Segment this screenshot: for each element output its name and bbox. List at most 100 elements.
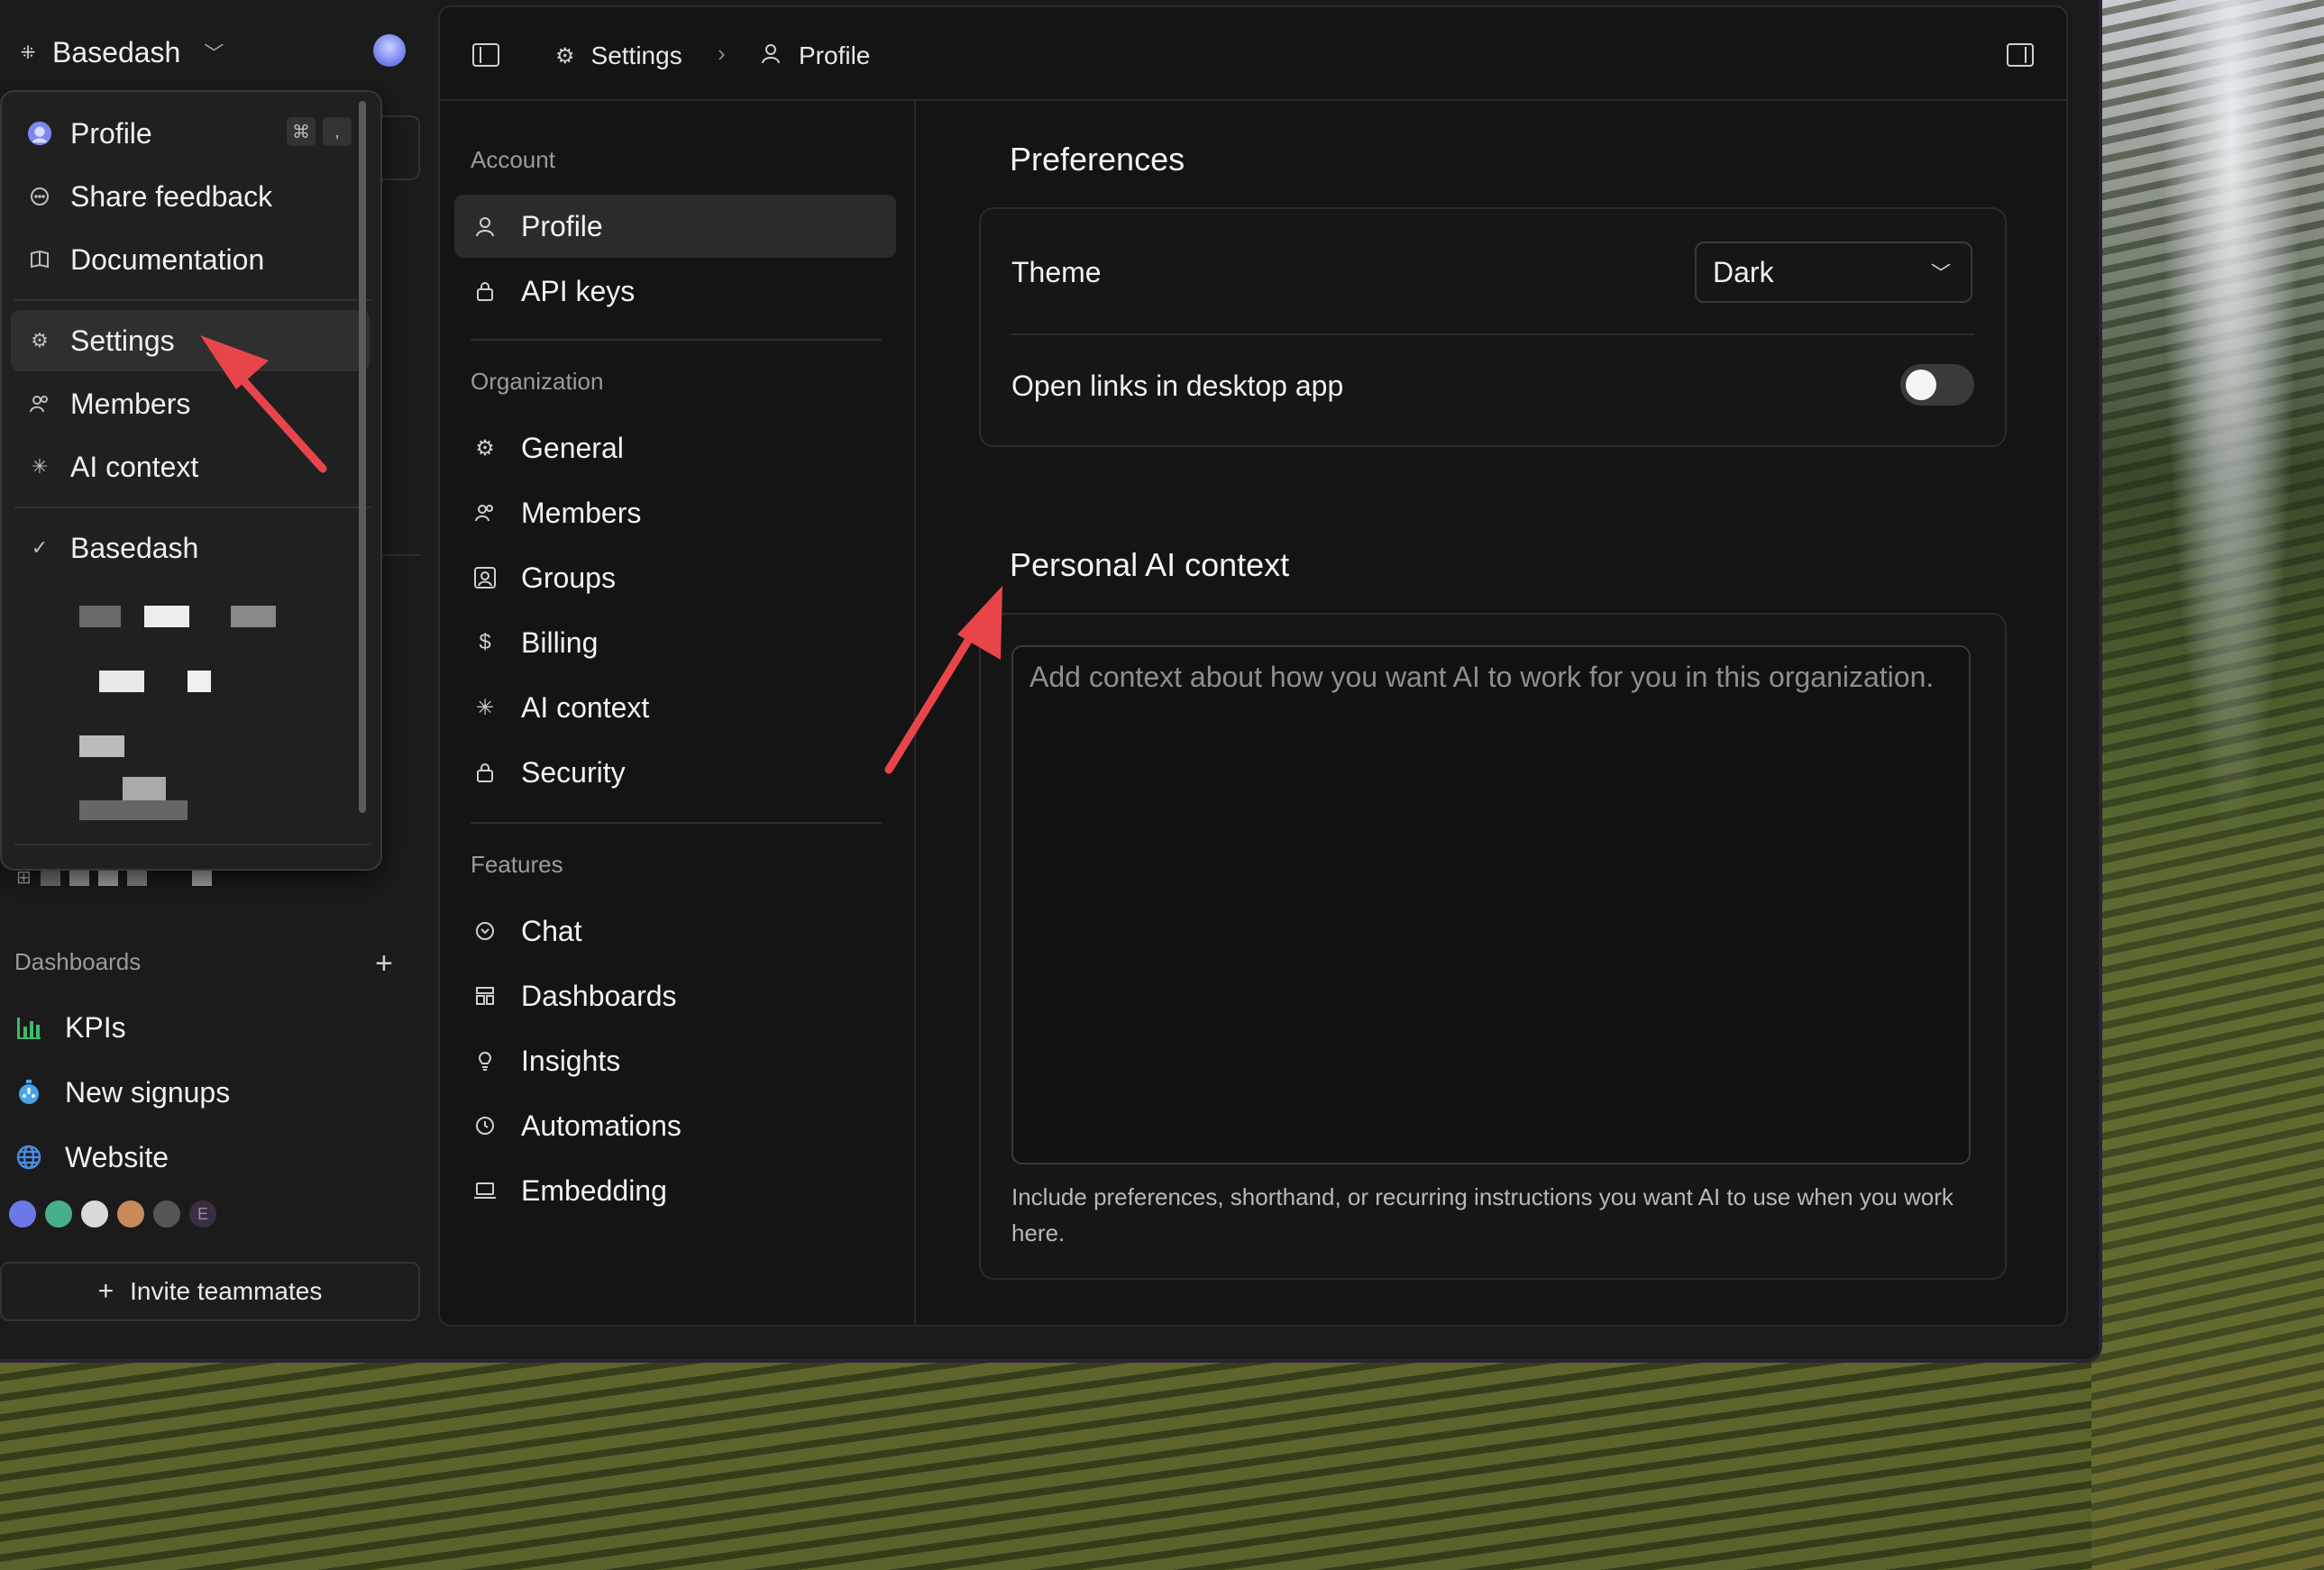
user-avatar[interactable] [373,34,406,67]
menu-item-profile[interactable]: Profile ⌘ , [11,103,370,164]
lightbulb-icon [472,1048,498,1073]
dashboard-item-new-signups[interactable]: New signups [14,1071,230,1114]
asterisk-icon: ✳ [31,455,49,478]
book-icon [27,247,52,272]
members-icon [472,500,498,525]
globe-icon [14,1143,43,1172]
breadcrumb-settings[interactable]: ⚙ Settings [555,38,682,74]
ai-context-card: Include preferences, shorthand, or recur… [979,613,2007,1280]
chat-icon [472,918,498,944]
menu-divider [14,844,371,845]
chevron-down-icon: ﹀ [204,42,224,65]
personal-ai-context-title: Personal AI context [1010,546,1290,583]
shortcut-key-comma: , [323,117,352,146]
profile-avatar-icon [27,121,52,146]
nav-item-profile[interactable]: Profile [454,195,896,258]
nav-divider [471,822,882,824]
nav-item-dashboards[interactable]: Dashboards [454,964,896,1027]
preferences-title: Preferences [1010,141,1185,178]
shortcut-key-cmd: ⌘ [287,117,316,146]
avatar[interactable]: E [188,1199,218,1229]
invite-teammates-button[interactable]: + Invite teammates [0,1262,420,1321]
clock-icon [472,1113,498,1138]
avatar[interactable] [7,1199,38,1229]
sidebar-divider [379,554,420,556]
stopwatch-icon [14,1078,43,1107]
nav-item-api-keys[interactable]: API keys [454,260,896,323]
avatar[interactable] [151,1199,182,1229]
members-icon [27,391,52,416]
theme-label: Theme [1011,256,1102,288]
toggle-right-panel-icon[interactable] [2007,43,2034,67]
nav-heading-account: Account [471,146,555,173]
dashboard-icon [472,983,498,1009]
menu-item-workspace-basedash[interactable]: ✓ Basedash [11,517,370,579]
toggle-sidebar-icon[interactable] [472,43,499,67]
ai-context-hint: Include preferences, shorthand, or recur… [1011,1183,1953,1246]
menu-divider [14,507,371,508]
dashboard-item-kpis[interactable]: KPIs [14,1006,126,1049]
gear-icon: ⚙ [475,435,495,461]
chevron-down-icon: ﹀ [1930,262,1951,285]
nav-item-billing[interactable]: $ Billing [454,611,896,674]
nav-item-groups[interactable]: Groups [454,546,896,609]
app-window: ⁜ Basedash ﹀ ⊞ Dashboards + KPIs New sig… [0,0,2102,1363]
basedash-logo-icon: ⁜ [20,42,36,63]
asterisk-icon: ✳ [475,695,495,720]
theme-select[interactable]: Dark ﹀ [1695,242,1972,303]
lock-icon [472,278,498,304]
ai-context-textarea[interactable] [1011,645,1971,1164]
workspace-menu: Profile ⌘ , Share feedback Documentation… [0,90,382,871]
workspace-switcher[interactable]: ⁜ Basedash ﹀ [16,29,224,76]
dashboards-section-title: Dashboards [14,948,142,975]
open-links-label: Open links in desktop app [1011,370,1344,402]
gear-icon: ⚙ [555,43,575,68]
person-icon [759,41,782,71]
menu-item-documentation[interactable]: Documentation [11,229,370,290]
nav-heading-organization: Organization [471,368,604,395]
check-icon: ✓ [31,536,49,559]
lock-icon [472,760,498,785]
settings-topbar: ⚙ Settings › Profile [440,7,2066,101]
nav-item-general[interactable]: ⚙ General [454,416,896,479]
settings-nav: Account Profile API keys Organization ⚙ … [440,101,916,1325]
teammate-avatars: E [7,1199,218,1229]
nav-divider [471,339,882,341]
chat-bubble-icon [27,184,52,209]
nav-item-insights[interactable]: Insights [454,1029,896,1092]
person-icon [472,214,498,239]
toggle-knob [1906,370,1936,400]
nav-item-security[interactable]: Security [454,741,896,804]
settings-panel: ⚙ Settings › Profile Account Profile API… [438,5,2068,1327]
groups-icon [472,565,498,590]
nav-item-embedding[interactable]: Embedding [454,1159,896,1222]
menu-item-settings[interactable]: ⚙ Settings [11,310,370,371]
nav-item-automations[interactable]: Automations [454,1094,896,1157]
dollar-icon: $ [479,630,491,654]
settings-content: Preferences Theme Dark ﹀ Open links in d… [916,101,2066,1325]
avatar[interactable] [79,1199,110,1229]
bar-chart-icon [14,1013,43,1042]
avatar[interactable] [43,1199,74,1229]
menu-item-share-feedback[interactable]: Share feedback [11,166,370,227]
nav-item-members[interactable]: Members [454,481,896,544]
gear-icon: ⚙ [31,329,49,351]
nav-item-ai-context[interactable]: ✳ AI context [454,676,896,739]
card-divider [1011,333,1974,335]
menu-item-members[interactable]: Members [11,373,370,434]
menu-item-ai-context[interactable]: ✳ AI context [11,436,370,497]
dashboard-item-website[interactable]: Website [14,1136,169,1179]
breadcrumb-chevron-icon: › [718,40,726,67]
desktop-wallpaper [2091,0,2324,1570]
menu-divider [14,299,371,301]
plus-icon: + [97,1276,114,1306]
menu-scrollbar[interactable] [359,101,366,813]
nav-heading-features: Features [471,851,563,878]
breadcrumb-profile: Profile [759,38,870,74]
add-dashboard-icon[interactable]: + [375,946,393,981]
laptop-icon [472,1178,498,1203]
preferences-card: Theme Dark ﹀ Open links in desktop app [979,207,2007,447]
open-links-toggle[interactable] [1900,364,1974,406]
nav-item-chat[interactable]: Chat [454,899,896,963]
avatar[interactable] [115,1199,146,1229]
